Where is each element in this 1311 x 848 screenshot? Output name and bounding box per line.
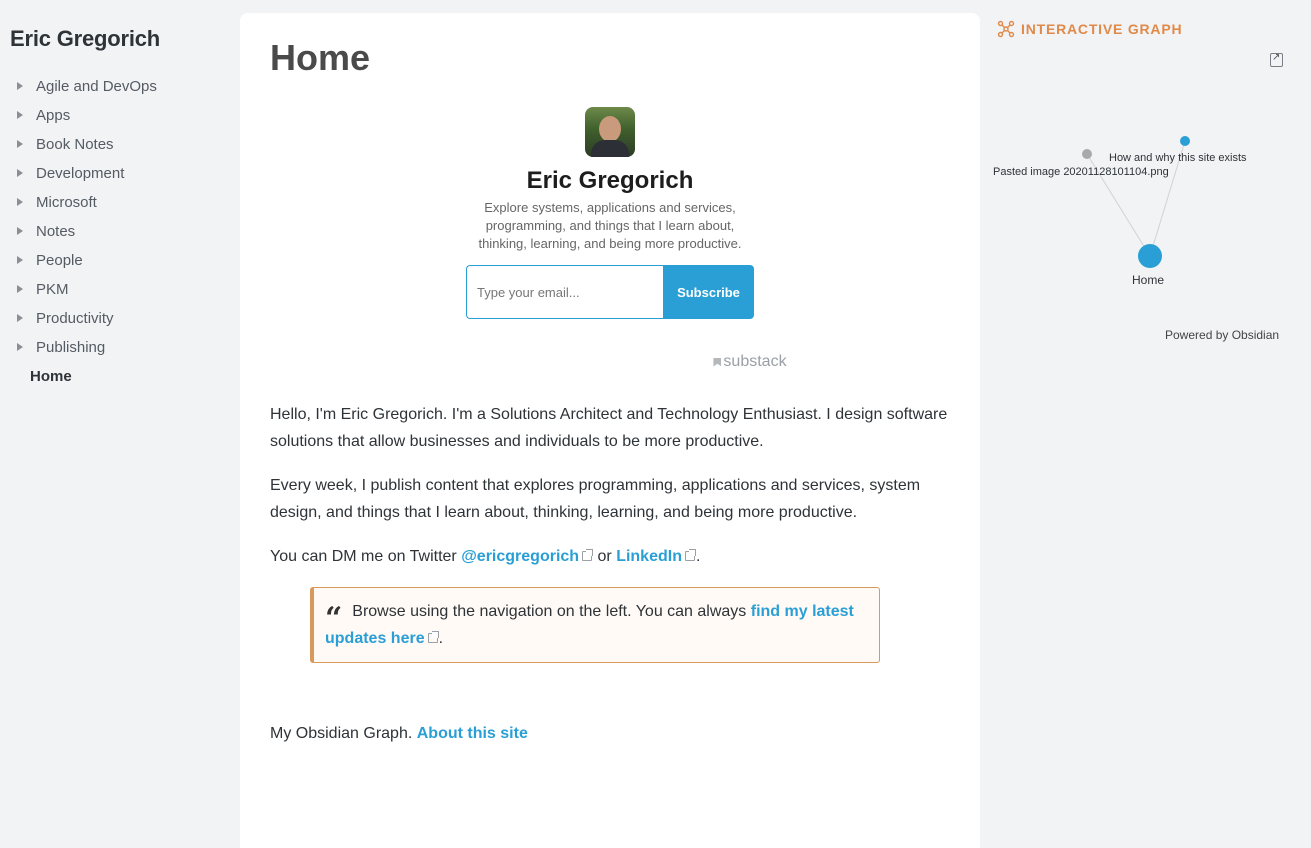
contact-paragraph: You can DM me on Twitter @ericgregorich …: [270, 543, 950, 570]
page-title: Home: [270, 37, 371, 78]
sidebar: Eric Gregorich Agile and DevOps Apps Boo…: [0, 0, 240, 848]
sidebar-item-apps[interactable]: Apps: [10, 101, 240, 130]
sidebar-item-publishing[interactable]: Publishing: [10, 333, 240, 362]
caret-right-icon: [16, 198, 25, 207]
callout-suffix: .: [438, 630, 444, 647]
footer-text: My Obsidian Graph.: [270, 725, 417, 742]
caret-right-icon: [16, 227, 25, 236]
contact-suffix: .: [695, 548, 701, 565]
sidebar-item-label: Book Notes: [36, 136, 114, 153]
graph-node-pasted-image[interactable]: [1082, 149, 1092, 159]
sidebar-item-pkm[interactable]: PKM: [10, 275, 240, 304]
substack-embed: Eric Gregorich Explore systems, applicat…: [270, 107, 950, 371]
substack-description: Explore systems, applications and servic…: [478, 200, 742, 251]
sidebar-item-label: People: [36, 252, 83, 269]
graph-panel: INTERACTIVE GRAPH Pasted image 202011281…: [980, 0, 1311, 848]
caret-right-icon: [16, 169, 25, 178]
graph-node-home[interactable]: [1138, 244, 1162, 268]
main-content: Home Eric Gregorich Explore systems, app…: [240, 13, 980, 848]
linkedin-link-label: LinkedIn: [616, 548, 682, 565]
graph-node-label: Home: [1132, 273, 1164, 287]
caret-right-icon: [16, 82, 25, 91]
sidebar-item-notes[interactable]: Notes: [10, 217, 240, 246]
sidebar-item-microsoft[interactable]: Microsoft: [10, 188, 240, 217]
weekly-paragraph: Every week, I publish content that explo…: [270, 477, 921, 521]
avatar: [585, 107, 635, 157]
graph-node-label: How and why this site exists: [1109, 152, 1247, 164]
sidebar-item-label: PKM: [36, 281, 69, 298]
sidebar-item-label: Development: [36, 165, 125, 182]
sidebar-item-label: Microsoft: [36, 194, 97, 211]
linkedin-link[interactable]: LinkedIn: [616, 548, 696, 565]
sidebar-item-label: Agile and DevOps: [36, 78, 157, 95]
sidebar-item-development[interactable]: Development: [10, 159, 240, 188]
article-body: Hello, I'm Eric Gregorich. I'm a Solutio…: [270, 401, 950, 747]
subscribe-form: Subscribe: [466, 265, 754, 319]
caret-right-icon: [16, 256, 25, 265]
email-field[interactable]: [466, 265, 663, 319]
caret-right-icon: [16, 111, 25, 120]
twitter-link[interactable]: @ericgregorich: [461, 548, 594, 565]
subscribe-button[interactable]: Subscribe: [663, 265, 754, 319]
caret-right-icon: [16, 140, 25, 149]
sidebar-item-book-notes[interactable]: Book Notes: [10, 130, 240, 159]
contact-prefix: You can DM me on Twitter: [270, 548, 462, 565]
graph-node-how-why[interactable]: [1180, 136, 1190, 146]
sidebar-item-label: Apps: [36, 107, 71, 124]
sidebar-item-label: Publishing: [36, 339, 106, 356]
intro-paragraph: Hello, I'm Eric Gregorich. I'm a Solutio…: [270, 406, 948, 450]
sidebar-item-home[interactable]: Home: [10, 362, 240, 391]
contact-or: or: [593, 548, 617, 565]
quote-callout: “Browse using the navigation on the left…: [310, 587, 880, 663]
sidebar-item-label: Notes: [36, 223, 76, 240]
twitter-link-label: @ericgregorich: [461, 548, 580, 565]
external-link-icon: [427, 631, 439, 643]
substack-brand[interactable]: substack: [713, 353, 787, 371]
substack-logo-icon: [713, 357, 722, 367]
sidebar-item-people[interactable]: People: [10, 246, 240, 275]
substack-brand-label: substack: [723, 353, 787, 370]
avatar-shirt: [591, 140, 629, 157]
graph-node-label: Pasted image 20201128101104.png: [993, 166, 1169, 178]
powered-by-obsidian[interactable]: Powered by Obsidian: [1165, 328, 1279, 342]
site-title[interactable]: Eric Gregorich: [10, 26, 240, 52]
sidebar-item-label: Productivity: [36, 310, 114, 327]
caret-right-icon: [16, 314, 25, 323]
callout-text: Browse using the navigation on the left.…: [352, 603, 751, 620]
sidebar-item-agile-devops[interactable]: Agile and DevOps: [10, 72, 240, 101]
caret-right-icon: [16, 343, 25, 352]
sidebar-item-productivity[interactable]: Productivity: [10, 304, 240, 333]
footer-paragraph: My Obsidian Graph. About this site: [270, 720, 950, 747]
external-link-icon: [684, 549, 696, 561]
caret-right-icon: [16, 285, 25, 294]
about-site-link[interactable]: About this site: [417, 725, 528, 742]
graph-canvas[interactable]: Pasted image 20201128101104.png How and …: [980, 0, 1311, 320]
avatar-face: [599, 116, 621, 142]
external-link-icon: [582, 549, 594, 561]
substack-name: Eric Gregorich: [526, 167, 694, 194]
